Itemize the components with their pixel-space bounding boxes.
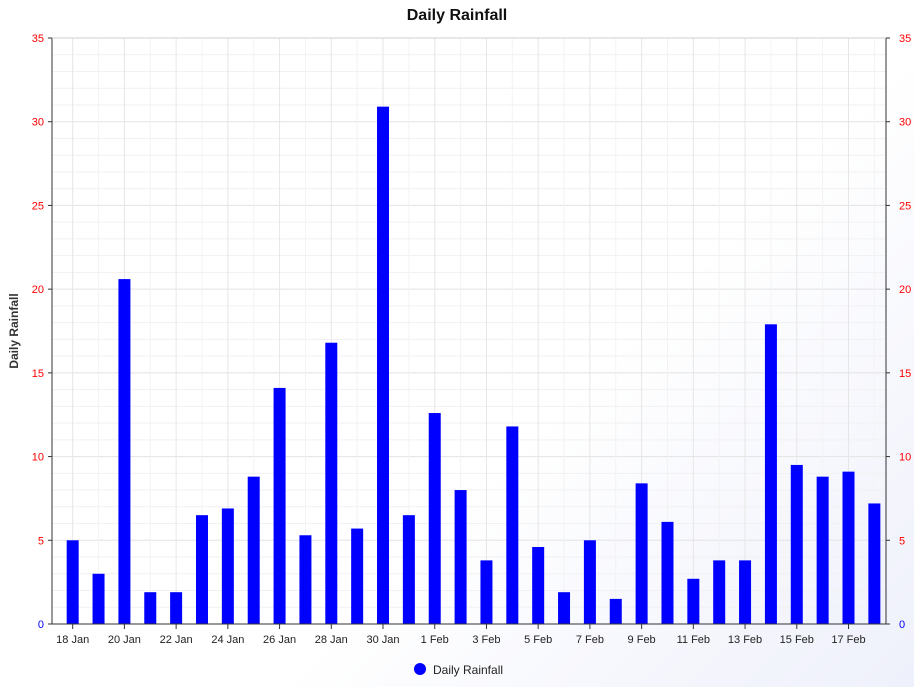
bar-7-feb[interactable] bbox=[583, 540, 596, 624]
bar-19-jan[interactable] bbox=[92, 573, 105, 624]
bar-25-jan[interactable] bbox=[247, 476, 260, 624]
bars bbox=[66, 106, 881, 625]
bar-15-feb[interactable] bbox=[790, 464, 803, 624]
x-tick-label: 18 Jan bbox=[56, 634, 89, 646]
x-tick-label: 17 Feb bbox=[831, 634, 865, 646]
bar-26-jan[interactable] bbox=[273, 387, 286, 624]
x-tick-label: 9 Feb bbox=[628, 634, 656, 646]
y-tick-label: 5 bbox=[38, 535, 44, 547]
x-tick-label: 24 Jan bbox=[211, 634, 244, 646]
bar-5-feb[interactable] bbox=[532, 546, 545, 624]
y-tick-label-right: 0 bbox=[899, 619, 905, 631]
bar-30-jan[interactable] bbox=[377, 106, 390, 625]
bar-12-feb[interactable] bbox=[713, 560, 726, 624]
legend[interactable]: Daily Rainfall bbox=[414, 663, 503, 677]
left-y-axis-ticks: 0 5 10 15 20 25 30 35 bbox=[32, 33, 52, 631]
y-tick-label-right: 30 bbox=[899, 117, 911, 129]
x-tick-label: 22 Jan bbox=[160, 634, 193, 646]
bar-28-jan[interactable] bbox=[325, 342, 338, 624]
grid-lines bbox=[52, 37, 886, 625]
y-tick-label: 20 bbox=[32, 284, 44, 296]
x-tick-label: 30 Jan bbox=[366, 634, 399, 646]
bar-21-jan[interactable] bbox=[144, 592, 157, 624]
chart-title: Daily Rainfall bbox=[407, 7, 507, 24]
bar-2-feb[interactable] bbox=[454, 490, 467, 624]
y-tick-label: 35 bbox=[32, 33, 44, 45]
bar-27-jan[interactable] bbox=[299, 535, 312, 624]
bar-13-feb[interactable] bbox=[739, 560, 752, 624]
y-tick-label-right: 20 bbox=[899, 284, 911, 296]
bar-9-feb[interactable] bbox=[635, 483, 648, 624]
x-tick-label: 15 Feb bbox=[780, 634, 814, 646]
y-tick-label: 10 bbox=[32, 452, 44, 464]
y-tick-label-right: 25 bbox=[899, 200, 911, 212]
x-tick-label: 28 Jan bbox=[315, 634, 348, 646]
bar-31-jan[interactable] bbox=[402, 515, 415, 624]
x-tick-label: 5 Feb bbox=[524, 634, 552, 646]
right-y-axis-ticks: 0 5 10 15 20 25 30 35 bbox=[886, 33, 911, 631]
x-tick-label: 26 Jan bbox=[263, 634, 296, 646]
y-tick-label-right: 35 bbox=[899, 33, 911, 45]
x-tick-label: 3 Feb bbox=[472, 634, 500, 646]
y-tick-label-right: 5 bbox=[899, 535, 905, 547]
bar-16-feb[interactable] bbox=[816, 476, 829, 624]
bar-29-jan[interactable] bbox=[351, 528, 364, 624]
bar-23-jan[interactable] bbox=[195, 515, 208, 624]
axes bbox=[51, 37, 887, 625]
bar-10-feb[interactable] bbox=[661, 521, 674, 624]
bar-8-feb[interactable] bbox=[609, 598, 622, 624]
y-tick-label: 0 bbox=[38, 619, 44, 631]
bar-14-feb[interactable] bbox=[764, 324, 777, 624]
bar-6-feb[interactable] bbox=[558, 592, 571, 624]
bar-11-feb[interactable] bbox=[687, 578, 700, 624]
bar-18-feb[interactable] bbox=[868, 503, 881, 624]
y-tick-label-right: 15 bbox=[899, 368, 911, 380]
x-tick-label: 1 Feb bbox=[421, 634, 449, 646]
bar-4-feb[interactable] bbox=[506, 426, 519, 624]
y-tick-label: 15 bbox=[32, 368, 44, 380]
legend-label: Daily Rainfall bbox=[433, 663, 503, 677]
y-tick-label-right: 10 bbox=[899, 452, 911, 464]
x-tick-label: 20 Jan bbox=[108, 634, 141, 646]
x-tick-label: 7 Feb bbox=[576, 634, 604, 646]
y-tick-label: 30 bbox=[32, 117, 44, 129]
bar-20-jan[interactable] bbox=[118, 279, 131, 624]
x-axis-ticks: 18 Jan 20 Jan 22 Jan 24 Jan 26 Jan 28 Jan 30 J… bbox=[56, 624, 866, 646]
x-tick-label: 11 Feb bbox=[677, 634, 710, 646]
bar-22-jan[interactable] bbox=[170, 592, 183, 624]
y-tick-label: 25 bbox=[32, 200, 44, 212]
bar-1-feb[interactable] bbox=[428, 413, 441, 624]
bar-24-jan[interactable] bbox=[221, 508, 234, 624]
bar-18-jan[interactable] bbox=[66, 540, 79, 624]
rainfall-bar-chart: Daily Rainfall 0 5 10 15 20 25 30 35 0 5 10 15 20 25… bbox=[7, 7, 911, 677]
y-axis-label: Daily Rainfall bbox=[7, 293, 21, 368]
x-tick-label: 13 Feb bbox=[728, 634, 762, 646]
bar-17-feb[interactable] bbox=[842, 471, 855, 624]
legend-marker bbox=[414, 663, 426, 675]
bar-3-feb[interactable] bbox=[480, 560, 493, 624]
